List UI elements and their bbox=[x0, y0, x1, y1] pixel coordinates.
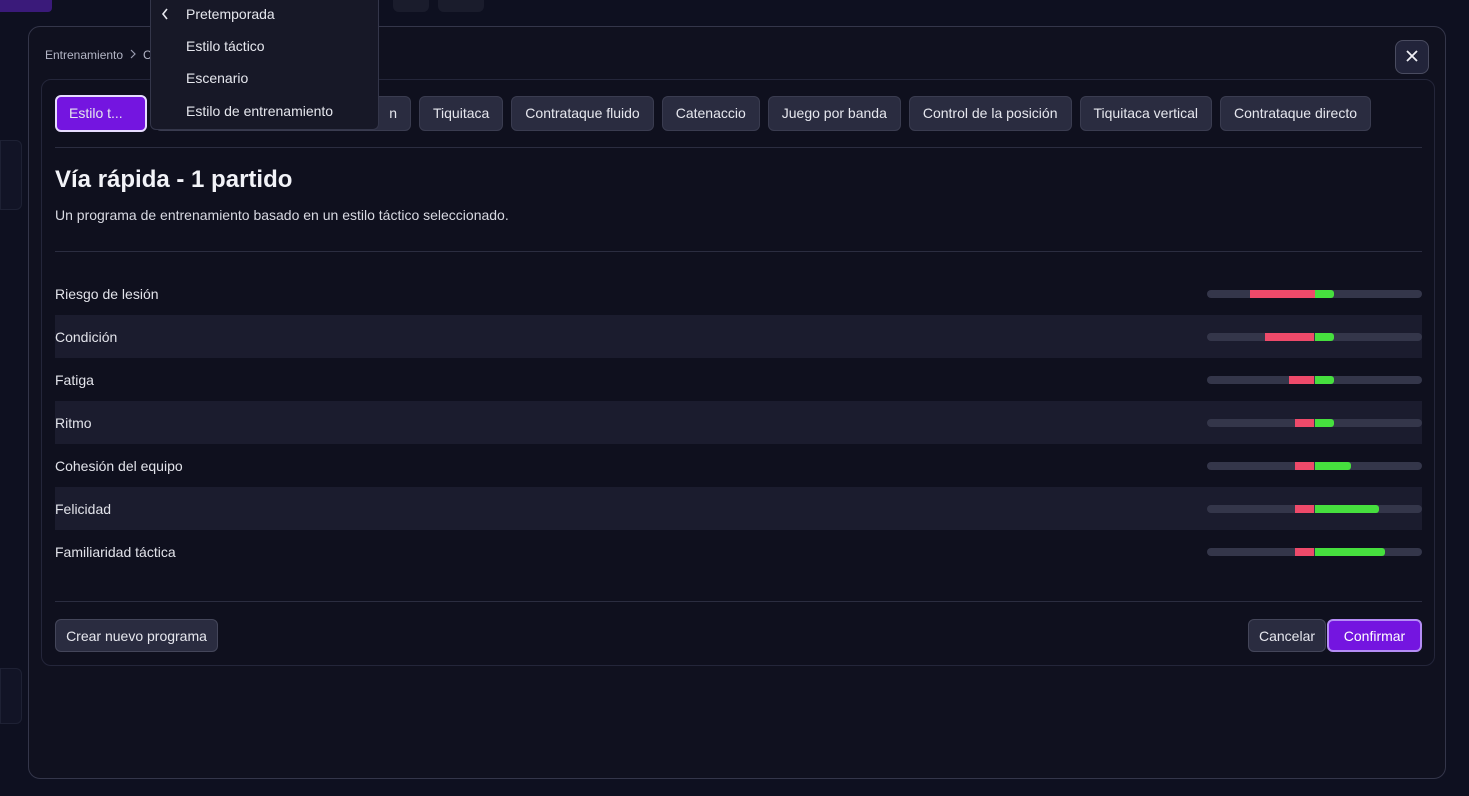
tab-estilo-tactico[interactable]: Estilo t... bbox=[55, 94, 147, 132]
chevron-right-icon bbox=[128, 48, 138, 62]
stat-bar-negative bbox=[1265, 332, 1315, 341]
tab-juego-por-banda[interactable]: Juego por banda bbox=[767, 95, 901, 131]
stat-bar-negative bbox=[1295, 504, 1315, 513]
background-tab bbox=[393, 0, 429, 12]
tab-label: Contrataque directo bbox=[1234, 105, 1357, 121]
tab-label: Tiquitaca vertical bbox=[1093, 105, 1199, 121]
stat-bar bbox=[1207, 418, 1422, 427]
stat-bar bbox=[1207, 332, 1422, 341]
close-button[interactable] bbox=[1395, 40, 1429, 74]
tab-label: Catenaccio bbox=[675, 105, 746, 121]
stat-bar-positive bbox=[1314, 418, 1334, 427]
create-program-button[interactable]: Crear nuevo programa bbox=[55, 619, 218, 652]
background-panel bbox=[0, 140, 22, 210]
stat-row: Ritmo bbox=[55, 401, 1422, 444]
stat-row: Condición bbox=[55, 315, 1422, 358]
stat-bar-negative bbox=[1295, 461, 1315, 470]
divider bbox=[55, 251, 1422, 252]
button-label: Crear nuevo programa bbox=[66, 627, 207, 644]
stat-bar-positive bbox=[1314, 461, 1352, 470]
tab-tiquitaca[interactable]: Tiquitaca bbox=[419, 95, 504, 131]
tab-catenaccio[interactable]: Catenaccio bbox=[661, 95, 760, 131]
confirm-button[interactable]: Confirmar bbox=[1327, 619, 1422, 652]
stat-label: Fatiga bbox=[55, 371, 94, 388]
background-panel bbox=[0, 668, 22, 724]
stat-row: Cohesión del equipo bbox=[55, 444, 1422, 487]
chevron-left-icon[interactable] bbox=[160, 6, 170, 25]
divider bbox=[55, 601, 1422, 602]
tab-tiquitaca-vertical[interactable]: Tiquitaca vertical bbox=[1079, 95, 1213, 131]
stat-bar bbox=[1207, 289, 1422, 298]
tab-contrataque-fluido[interactable]: Contrataque fluido bbox=[511, 95, 654, 131]
stat-bar-negative bbox=[1295, 418, 1315, 427]
dropdown-item-estilo-tactico[interactable]: Estilo táctico bbox=[186, 38, 265, 54]
stat-label: Familiaridad táctica bbox=[55, 543, 176, 560]
stat-label: Ritmo bbox=[55, 414, 92, 431]
stat-bar-positive bbox=[1314, 332, 1334, 341]
stat-bar-positive bbox=[1314, 289, 1334, 298]
tab-label: Estilo t... bbox=[69, 105, 123, 121]
tab-label: Control de la posición bbox=[922, 105, 1058, 121]
stat-bar-negative bbox=[1250, 289, 1315, 298]
tab-label: Tiquitaca bbox=[433, 105, 490, 121]
stat-bar bbox=[1207, 461, 1422, 470]
stats-list: Riesgo de lesión Condición Fatiga Ritmo Cohe… bbox=[55, 272, 1422, 573]
training-modal: Entrenamiento C Estilo t... n Tiquitaca … bbox=[28, 26, 1446, 779]
dropdown-item-pretemporada[interactable]: Pretemporada bbox=[186, 6, 275, 22]
tab-label: n bbox=[389, 105, 397, 121]
dropdown-item-estilo-entrenamiento[interactable]: Estilo de entrenamiento bbox=[186, 103, 333, 119]
tab-control-posicion[interactable]: Control de la posición bbox=[908, 95, 1072, 131]
background-chip bbox=[0, 0, 52, 12]
stat-label: Condición bbox=[55, 328, 118, 345]
breadcrumb-root[interactable]: Entrenamiento bbox=[45, 48, 123, 62]
stat-label: Riesgo de lesión bbox=[55, 285, 159, 302]
stat-row: Fatiga bbox=[55, 358, 1422, 401]
category-dropdown: Pretemporada Estilo táctico Escenario Es… bbox=[150, 0, 379, 130]
stat-bar-negative bbox=[1288, 375, 1315, 384]
button-label: Confirmar bbox=[1343, 627, 1406, 644]
stat-row: Riesgo de lesión bbox=[55, 272, 1422, 315]
stat-row: Familiaridad táctica bbox=[55, 530, 1422, 573]
close-icon bbox=[1405, 47, 1419, 67]
cancel-button[interactable]: Cancelar bbox=[1248, 619, 1326, 652]
tab-label: Juego por banda bbox=[781, 105, 887, 121]
stat-bar-positive bbox=[1314, 547, 1386, 556]
stat-bar bbox=[1207, 504, 1422, 513]
stat-bar bbox=[1207, 375, 1422, 384]
stat-bar bbox=[1207, 547, 1422, 556]
stat-label: Cohesión del equipo bbox=[55, 457, 183, 474]
stat-bar-positive bbox=[1314, 504, 1379, 513]
stat-label: Felicidad bbox=[55, 500, 112, 517]
program-panel: Estilo t... n Tiquitaca Contrataque flui… bbox=[41, 79, 1435, 666]
program-title: Vía rápida - 1 partido bbox=[55, 166, 293, 193]
program-description: Un programa de entrenamiento basado en u… bbox=[55, 207, 509, 223]
button-label: Cancelar bbox=[1258, 627, 1316, 644]
stat-row: Felicidad bbox=[55, 487, 1422, 530]
tab-contrataque-directo[interactable]: Contrataque directo bbox=[1220, 95, 1371, 131]
breadcrumb: Entrenamiento C bbox=[45, 48, 152, 62]
dropdown-item-escenario[interactable]: Escenario bbox=[186, 70, 248, 86]
stat-bar-positive bbox=[1314, 375, 1334, 384]
background-tab bbox=[438, 0, 484, 12]
divider bbox=[55, 147, 1422, 148]
stat-bar-negative bbox=[1295, 547, 1315, 556]
tab-label: Contrataque fluido bbox=[525, 105, 640, 121]
